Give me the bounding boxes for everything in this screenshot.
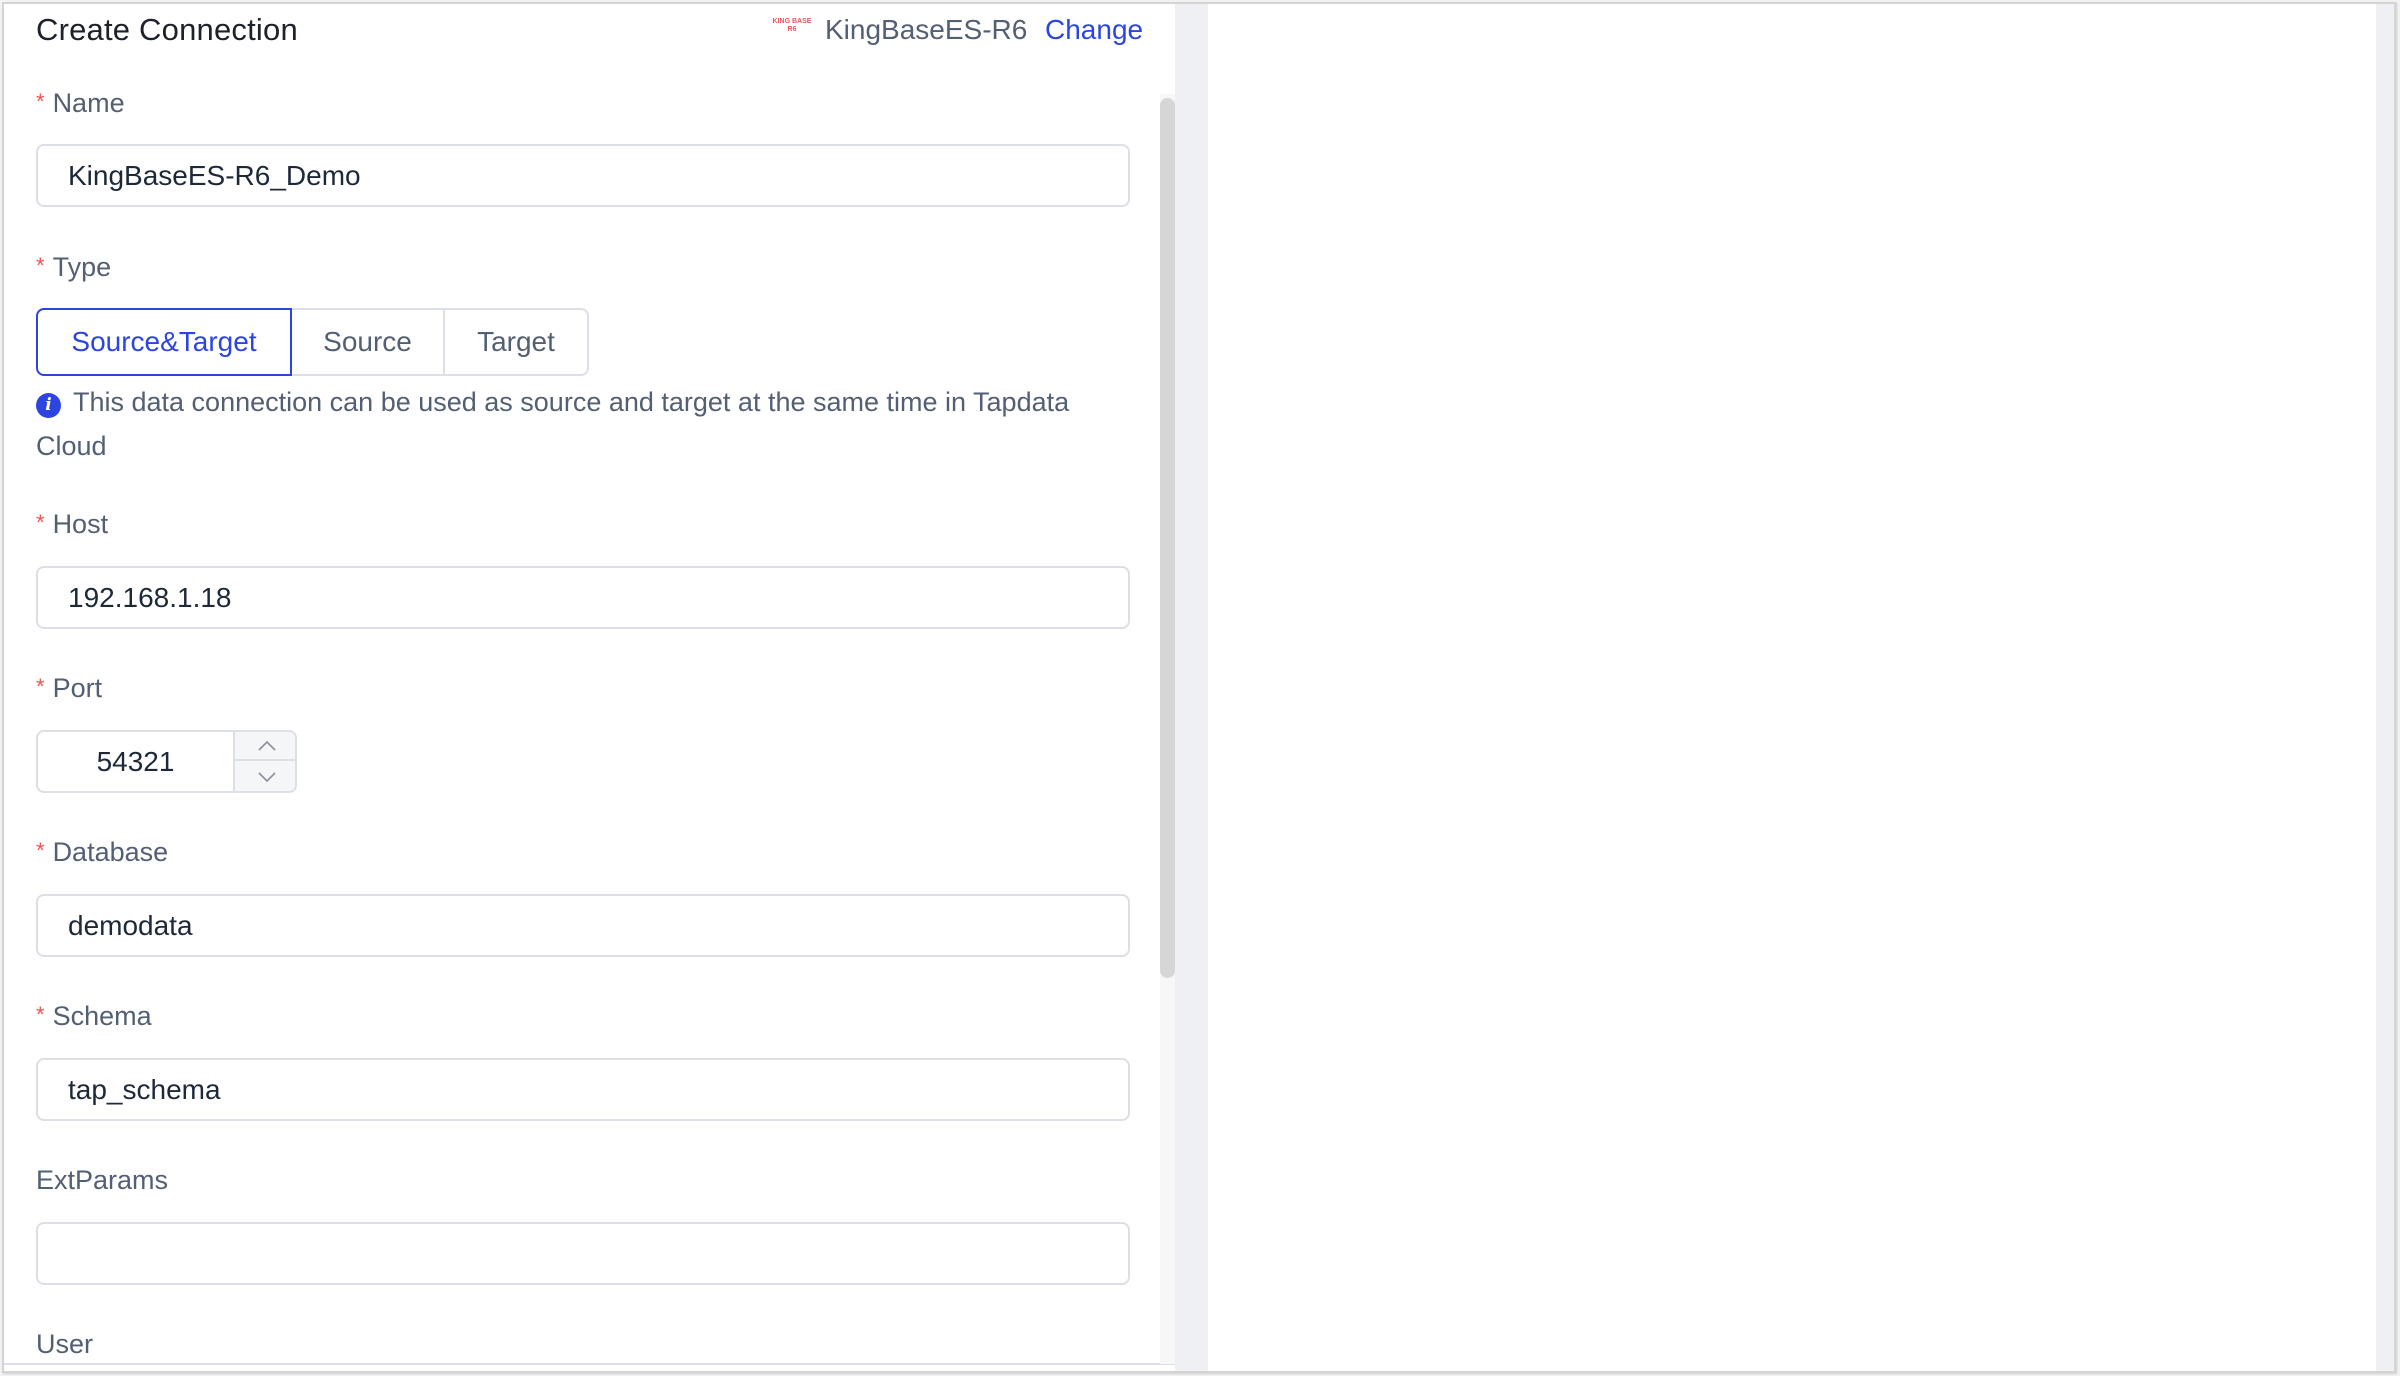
form-scrollbar-thumb[interactable]: [1160, 98, 1175, 978]
required-mark: *: [36, 510, 45, 535]
port-input[interactable]: 54321: [38, 732, 233, 791]
type-segmented-control: Source&Target Source Target: [36, 308, 589, 376]
port-increment-button[interactable]: [235, 732, 295, 761]
required-mark: *: [36, 838, 45, 863]
schema-label-text: Schema: [52, 1001, 152, 1031]
logo-text-line2: R6: [787, 26, 797, 33]
ext-params-label: ExtParams: [36, 1165, 169, 1195]
info-icon: i: [36, 393, 61, 418]
host-input[interactable]: 192.168.1.18: [36, 566, 1130, 629]
pane-divider: [1175, 4, 1208, 1371]
required-mark: *: [36, 253, 45, 278]
port-label-text: Port: [52, 673, 103, 703]
kingbase-logo-icon: KING BASE R6: [770, 18, 814, 40]
database-label-text: Database: [52, 837, 169, 867]
right-empty-pane: [1208, 4, 2380, 1371]
name-label: * Name: [36, 88, 125, 119]
form-header: Create Connection KING BASE R6 KingBaseE…: [4, 4, 1175, 56]
type-option-source[interactable]: Source: [290, 308, 445, 376]
right-edge-strip: [2376, 4, 2394, 1371]
logo-text-line1: KING BASE: [772, 18, 812, 25]
name-label-text: Name: [52, 88, 125, 118]
user-label: User: [36, 1329, 94, 1359]
change-database-link[interactable]: Change: [1045, 14, 1143, 46]
host-label-text: Host: [52, 509, 109, 539]
chevron-up-icon: [258, 740, 276, 751]
required-mark: *: [36, 89, 45, 114]
name-input[interactable]: KingBaseES-R6_Demo: [36, 144, 1130, 207]
type-option-target[interactable]: Target: [443, 308, 589, 376]
connection-form-pane: Create Connection KING BASE R6 KingBaseE…: [4, 4, 1175, 1371]
database-label: * Database: [36, 837, 168, 868]
type-label-text: Type: [52, 252, 112, 282]
type-info-text: i This data connection can be used as sou…: [36, 380, 1106, 468]
port-stepper: 54321: [36, 730, 297, 793]
required-mark: *: [36, 674, 45, 699]
type-label: * Type: [36, 252, 111, 283]
required-mark: *: [36, 1002, 45, 1027]
form-footer-divider: [4, 1363, 1175, 1365]
type-option-source-target[interactable]: Source&Target: [36, 308, 292, 376]
database-type-name: KingBaseES-R6: [825, 14, 1028, 45]
chevron-down-icon: [258, 771, 276, 782]
schema-input[interactable]: tap_schema: [36, 1058, 1130, 1121]
database-input[interactable]: demodata: [36, 894, 1130, 957]
window-frame: Create Connection KING BASE R6 KingBaseE…: [2, 2, 2396, 1373]
type-info-message: This data connection can be used as sour…: [36, 387, 1070, 461]
ext-params-input[interactable]: [36, 1222, 1130, 1285]
page-title: Create Connection: [36, 12, 298, 47]
host-label: * Host: [36, 509, 108, 540]
port-stepper-buttons: [233, 732, 295, 791]
schema-label: * Schema: [36, 1001, 152, 1032]
port-label: * Port: [36, 673, 102, 704]
port-decrement-button[interactable]: [235, 762, 295, 791]
